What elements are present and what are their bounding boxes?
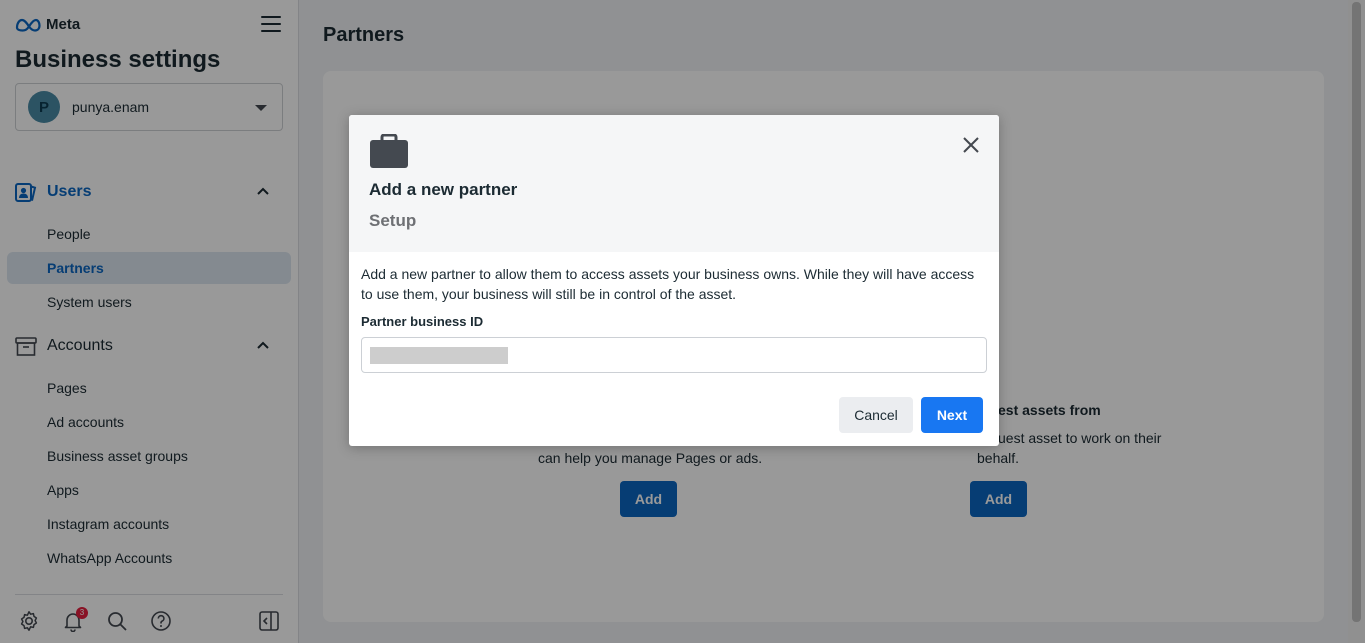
add-partner-dialog: Add a new partner Setup Add a new partne… bbox=[349, 115, 999, 446]
dialog-header: Add a new partner Setup bbox=[349, 115, 999, 252]
close-icon[interactable] bbox=[961, 135, 981, 155]
redacted-value bbox=[370, 347, 508, 364]
briefcase-icon bbox=[370, 134, 408, 168]
dialog-description: Add a new partner to allow them to acces… bbox=[361, 266, 975, 302]
next-button[interactable]: Next bbox=[921, 397, 983, 433]
cancel-button[interactable]: Cancel bbox=[839, 397, 913, 433]
partner-business-id-label: Partner business ID bbox=[361, 314, 484, 329]
dialog-subtitle: Setup bbox=[369, 211, 417, 230]
dialog-title: Add a new partner bbox=[369, 180, 518, 199]
partner-business-id-input[interactable] bbox=[361, 337, 987, 373]
